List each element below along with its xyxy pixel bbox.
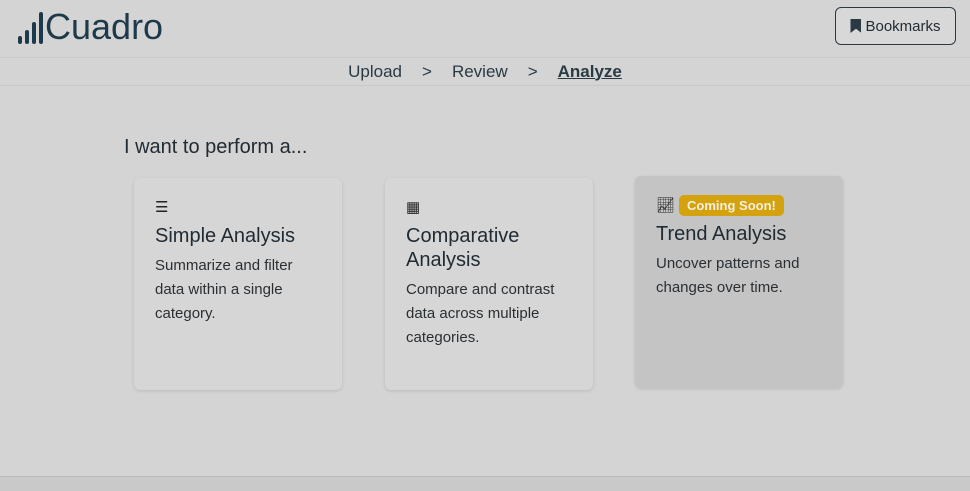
logo[interactable]: Cuadro (18, 6, 163, 48)
footer (0, 476, 970, 491)
breadcrumb: Upload > Review > Analyze (0, 58, 970, 86)
bookmarks-label: Bookmarks (865, 17, 941, 35)
header: Cuadro Bookmarks (0, 0, 970, 58)
step-review[interactable]: Review (452, 62, 508, 82)
line-chart-icon: 📈︎ (656, 197, 676, 214)
bookmarks-button[interactable]: Bookmarks (835, 7, 956, 45)
card-title: Simple Analysis (155, 225, 296, 247)
table-icon: ▦ (406, 199, 421, 216)
separator: > (422, 61, 432, 81)
trend-analysis-card: 📈︎ Coming Soon! Trend Analysis Uncover pa… (635, 176, 843, 388)
signal-bars-icon (18, 12, 43, 44)
bookmark-icon (850, 19, 862, 33)
card-title: Trend Analysis (656, 223, 787, 245)
app-name: Cuadro (45, 6, 164, 47)
step-upload[interactable]: Upload (348, 62, 402, 82)
coming-soon-badge: Coming Soon! (679, 194, 784, 216)
card-title: Comparative Analysis (406, 225, 520, 271)
step-analyze[interactable]: Analyze (558, 62, 622, 82)
simple-analysis-card[interactable]: ☰ Simple Analysis Summarize and filter d… (134, 178, 342, 390)
card-description: Uncover patterns and changes over time. (656, 255, 800, 296)
prompt-heading: I want to perform a... (124, 136, 308, 158)
comparative-analysis-card[interactable]: ▦ Comparative Analysis Compare and contr… (385, 178, 593, 390)
card-description: Compare and contrast data across multipl… (406, 281, 555, 346)
separator: > (527, 61, 538, 81)
card-description: Summarize and filter data within a singl… (155, 257, 293, 322)
bar-list-icon: ☰ (155, 199, 169, 216)
